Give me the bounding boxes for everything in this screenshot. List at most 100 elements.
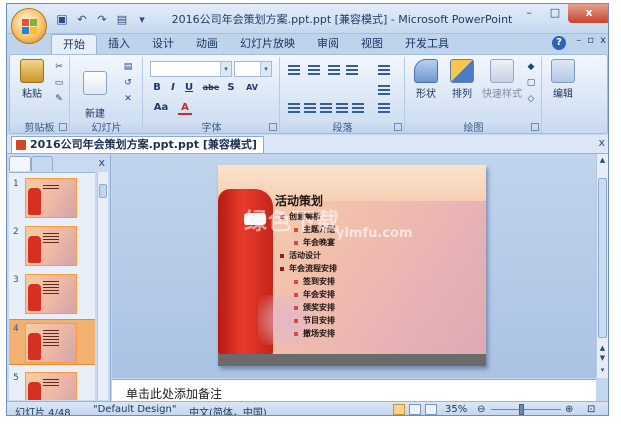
- tab-home[interactable]: 开始: [51, 34, 97, 54]
- ribbon-restore-icon[interactable]: ▫: [587, 35, 594, 46]
- reset-icon[interactable]: ↺: [121, 77, 135, 89]
- cut-icon[interactable]: ✂: [52, 61, 66, 73]
- bullets-icon[interactable]: [287, 63, 301, 75]
- align-center-icon[interactable]: [303, 101, 317, 113]
- title-bar: ▣ ↶ ↷ ▤ ▾ 2016公司年会策划方案.ppt.ppt [兼容模式] - …: [7, 4, 608, 34]
- drawing-launcher-icon[interactable]: [531, 123, 539, 131]
- minimize-button[interactable]: –: [516, 4, 542, 23]
- spacing-button[interactable]: AV: [242, 81, 262, 95]
- smartart-icon[interactable]: [377, 101, 391, 113]
- decrease-indent-icon[interactable]: [327, 63, 341, 75]
- tab-developer[interactable]: 开发工具: [394, 34, 460, 54]
- layout-icon[interactable]: ▤: [121, 61, 135, 73]
- arrange-button[interactable]: 排列: [444, 59, 480, 100]
- next-slide-icon[interactable]: ▼: [598, 354, 607, 363]
- zoom-slider-thumb[interactable]: [519, 404, 524, 415]
- close-document-icon[interactable]: x: [598, 136, 605, 149]
- editing-button[interactable]: 编辑: [545, 59, 581, 100]
- normal-view-icon[interactable]: [393, 404, 405, 415]
- undo-icon[interactable]: ↶: [73, 10, 91, 28]
- font-color-button[interactable]: A: [178, 101, 192, 115]
- close-button[interactable]: x: [568, 4, 608, 23]
- zoom-out-icon[interactable]: ⊖: [477, 404, 485, 415]
- scrollbar-thumb[interactable]: [99, 184, 107, 198]
- scroll-up-icon[interactable]: ▲: [598, 156, 607, 165]
- quick-access-toolbar: ▣ ↶ ↷ ▤ ▾: [53, 10, 151, 28]
- italic-button[interactable]: I: [166, 81, 180, 95]
- tab-animation[interactable]: 动画: [185, 34, 229, 54]
- arrange-icon: [450, 59, 474, 83]
- fit-to-window-icon[interactable]: ⊡: [587, 404, 595, 415]
- group-drawing: 形状 排列 快速样式 ◆ ▢ ◇ 绘图: [406, 57, 542, 134]
- zoom-in-icon[interactable]: ⊕: [565, 404, 573, 415]
- shape-fill-icon[interactable]: ◆: [524, 61, 538, 73]
- group-label-font: 字体: [144, 119, 279, 134]
- notes-pane[interactable]: 单击此处添加备注: [112, 379, 596, 401]
- bold-button[interactable]: B: [150, 81, 164, 95]
- print-preview-icon[interactable]: ▤: [113, 10, 131, 28]
- scrollbar-thumb[interactable]: [598, 178, 607, 338]
- slide-editing-area[interactable]: 活动策划 创意解析 主题介绍 年会晚宴 活动设计 年会流程安排 签到安排 年会安…: [112, 154, 596, 378]
- scroll-down-icon[interactable]: ▾: [598, 366, 607, 375]
- previous-slide-icon[interactable]: ▲: [598, 344, 607, 353]
- tab-slideshow[interactable]: 幻灯片放映: [229, 34, 306, 54]
- font-name-combo[interactable]: ▾: [150, 61, 232, 77]
- office-button[interactable]: [11, 8, 47, 44]
- ribbon-close-icon[interactable]: x: [600, 35, 606, 46]
- slide-sorter-icon[interactable]: [409, 404, 421, 415]
- help-icon[interactable]: ?: [552, 36, 566, 50]
- slide-thumbnail[interactable]: 2: [9, 223, 95, 269]
- language-indicator[interactable]: 中文(简体，中国): [189, 404, 267, 415]
- shapes-button[interactable]: 形状: [408, 59, 444, 100]
- numbering-icon[interactable]: [307, 63, 321, 75]
- text-direction-icon[interactable]: [377, 63, 391, 75]
- align-left-icon[interactable]: [287, 101, 301, 113]
- redo-icon[interactable]: ↷: [93, 10, 111, 28]
- delete-slide-icon[interactable]: ✕: [121, 93, 135, 105]
- slides-pane: x 1 2 3 4 5: [7, 154, 111, 401]
- slideshow-icon[interactable]: [425, 404, 437, 415]
- increase-indent-icon[interactable]: [345, 63, 359, 75]
- quick-styles-button[interactable]: 快速样式: [480, 59, 524, 100]
- slide-canvas[interactable]: 活动策划 创意解析 主题介绍 年会晚宴 活动设计 年会流程安排 签到安排 年会安…: [218, 165, 486, 366]
- slides-tab[interactable]: [9, 156, 31, 171]
- outline-tab[interactable]: [31, 156, 53, 171]
- font-launcher-icon[interactable]: [269, 123, 277, 131]
- slide-thumbnail-selected[interactable]: 4: [9, 319, 95, 365]
- ribbon-minimize-icon[interactable]: –: [576, 35, 581, 46]
- paste-button[interactable]: 粘贴: [14, 59, 50, 100]
- slide-thumbnail[interactable]: 1: [9, 175, 95, 221]
- zoom-level[interactable]: 35%: [445, 404, 467, 415]
- font-size-combo[interactable]: ▾: [234, 61, 272, 77]
- customize-icon[interactable]: ▾: [133, 10, 151, 28]
- clipboard-launcher-icon[interactable]: [59, 123, 67, 131]
- pane-tabs: x: [9, 156, 107, 172]
- thumbnail-image: [25, 274, 77, 314]
- maximize-button[interactable]: □: [542, 4, 568, 23]
- columns-icon[interactable]: [351, 101, 365, 113]
- justify-icon[interactable]: [335, 101, 349, 113]
- zoom-slider[interactable]: [491, 409, 561, 410]
- align-text-icon[interactable]: [377, 83, 391, 95]
- tab-design[interactable]: 设计: [141, 34, 185, 54]
- slide-scrollbar[interactable]: ▲ ▲ ▼ ▾: [596, 154, 608, 378]
- underline-button[interactable]: U: [182, 81, 196, 95]
- tab-insert[interactable]: 插入: [97, 34, 141, 54]
- shape-outline-icon[interactable]: ▢: [524, 77, 538, 89]
- slide-thumbnail[interactable]: 5: [9, 369, 95, 400]
- align-right-icon[interactable]: [319, 101, 333, 113]
- change-case-button[interactable]: Aa: [150, 101, 172, 115]
- slide-thumbnail[interactable]: 3: [9, 271, 95, 317]
- shadow-button[interactable]: S: [224, 81, 238, 95]
- format-painter-icon[interactable]: ✎: [52, 93, 66, 105]
- paragraph-launcher-icon[interactable]: [394, 123, 402, 131]
- tab-view[interactable]: 视图: [350, 34, 394, 54]
- close-pane-icon[interactable]: x: [98, 156, 105, 169]
- copy-icon[interactable]: ▭: [52, 77, 66, 89]
- strikethrough-button[interactable]: abe: [200, 81, 222, 95]
- tab-review[interactable]: 审阅: [306, 34, 350, 54]
- document-tab[interactable]: 2016公司年会策划方案.ppt.ppt [兼容模式]: [11, 136, 264, 153]
- save-icon[interactable]: ▣: [53, 10, 71, 28]
- shape-effects-icon[interactable]: ◇: [524, 93, 538, 105]
- thumbnail-scrollbar[interactable]: [97, 172, 108, 400]
